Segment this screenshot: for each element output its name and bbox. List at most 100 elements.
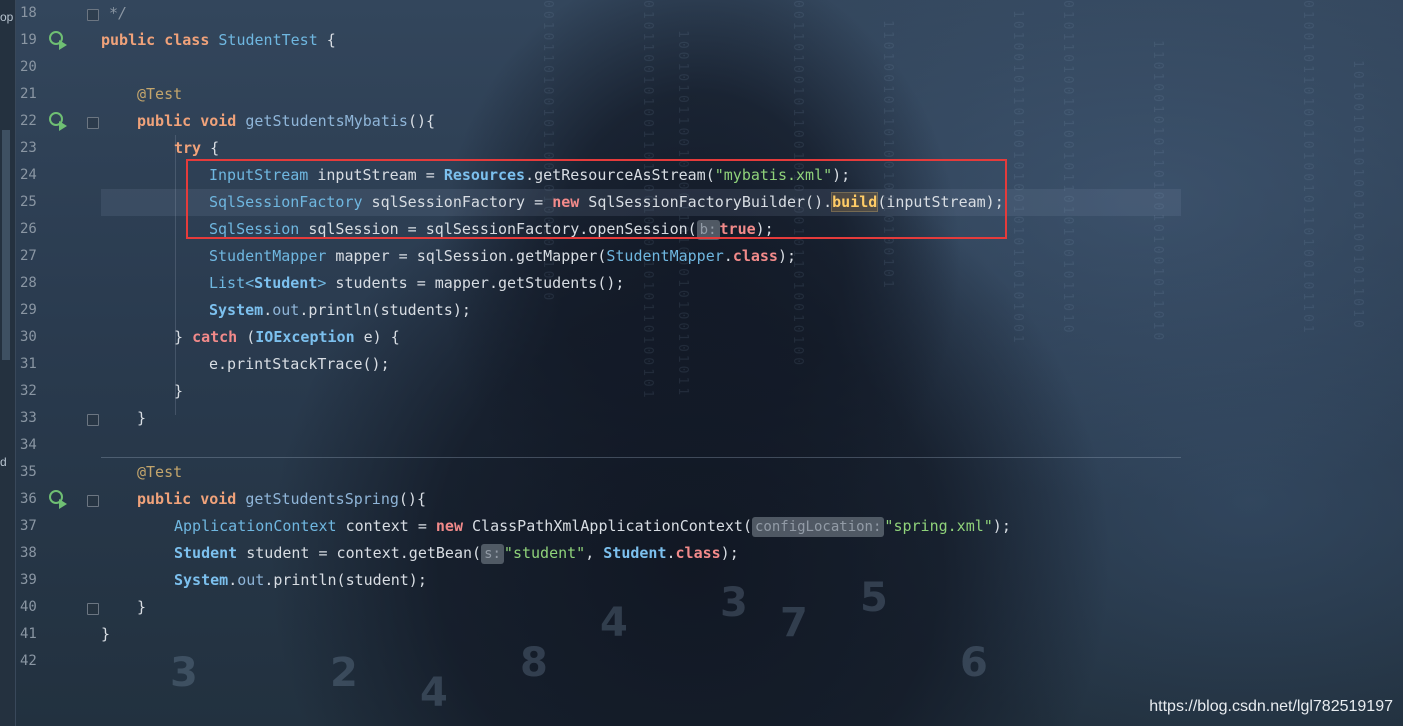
method-name: getStudentsMybatis <box>245 112 408 130</box>
keyword: class <box>164 31 210 49</box>
code-text: } <box>137 409 147 427</box>
code-line-40: } <box>137 594 146 621</box>
keyword: public <box>101 31 156 49</box>
run-test-icon[interactable] <box>48 489 68 509</box>
code-text: ); <box>777 247 797 265</box>
line-number: 42 <box>20 653 37 669</box>
string-literal: "spring.xml" <box>884 517 993 535</box>
line-number: 26 <box>20 221 37 237</box>
line-number: 39 <box>20 572 37 588</box>
code-line-36: public void getStudentsSpring(){ <box>137 486 426 513</box>
line-number: 35 <box>20 464 37 480</box>
code-text: students = mapper.getStudents(); <box>326 274 625 292</box>
parameter-hint: s: <box>481 544 504 564</box>
keyword: public <box>137 490 192 508</box>
class-name: System <box>174 571 229 589</box>
class-name: StudentTest <box>218 31 318 49</box>
keyword: try <box>174 139 202 157</box>
code-text: (){ <box>398 490 426 508</box>
class-name: IOException <box>255 328 355 346</box>
left-panel-label: op <box>0 10 14 24</box>
line-number: 38 <box>20 545 37 561</box>
left-panel-scrollbar[interactable] <box>2 130 10 360</box>
code-text: } <box>174 382 184 400</box>
code-text: (){ <box>407 112 436 130</box>
code-editor[interactable]: */ public class StudentTest { @Test publ… <box>101 0 1403 726</box>
line-number: 24 <box>20 167 37 183</box>
watermark-url: https://blog.csdn.net/lgl782519197 <box>1149 698 1393 715</box>
left-panel-label: d <box>0 455 7 469</box>
code-text: . <box>228 571 238 589</box>
code-line-39: System.out.println(student); <box>174 567 427 594</box>
type-name: ApplicationContext <box>174 517 337 535</box>
line-number: 25 <box>20 194 37 210</box>
type-name: StudentMapper <box>606 247 724 265</box>
keyword: class <box>675 544 721 562</box>
keyword: catch <box>192 328 238 346</box>
string-literal: "student" <box>503 544 586 562</box>
fold-icon[interactable] <box>87 603 99 615</box>
class-name: Student <box>254 274 318 292</box>
field-name: out <box>237 571 265 589</box>
code-line-19: public class StudentTest { <box>101 27 336 54</box>
code-text: e) { <box>354 328 400 346</box>
code-text: { <box>317 31 336 49</box>
code-line-27: StudentMapper mapper = sqlSession.getMap… <box>209 243 796 270</box>
line-number: 28 <box>20 275 37 291</box>
code-line-32: } <box>174 378 183 405</box>
line-number: 23 <box>20 140 37 156</box>
code-text: student = context.getBean( <box>237 544 482 562</box>
code-text: ( <box>237 328 256 346</box>
fold-icon[interactable] <box>87 414 99 426</box>
code-text: ClassPathXmlApplicationContext( <box>463 517 752 535</box>
code-text: context = <box>336 517 436 535</box>
code-line-22: public void getStudentsMybatis(){ <box>137 108 435 135</box>
left-tool-panel: op d <box>0 0 16 726</box>
line-number: 41 <box>20 626 37 642</box>
code-line-31: e.printStackTrace(); <box>209 351 390 378</box>
line-number: 33 <box>20 410 37 426</box>
code-text: ); <box>720 544 739 562</box>
code-text: mapper = sqlSession.getMapper( <box>326 247 607 265</box>
line-number: 20 <box>20 59 37 75</box>
line-number: 30 <box>20 329 37 345</box>
editor-gutter: 18 19 20 21 22 23 24 25 26 27 28 29 30 3… <box>15 0 101 726</box>
code-line-37: ApplicationContext context = new ClassPa… <box>174 513 1011 540</box>
code-text: } <box>174 328 193 346</box>
keyword: class <box>732 247 778 265</box>
keyword: void <box>200 490 237 508</box>
line-number: 29 <box>20 302 37 318</box>
run-test-icon[interactable] <box>48 111 68 131</box>
line-number: 34 <box>20 437 37 453</box>
red-highlight-box <box>186 159 1007 239</box>
line-number: 37 <box>20 518 37 534</box>
code-line-21: @Test <box>137 81 182 108</box>
keyword: void <box>200 112 237 130</box>
code-text: ); <box>992 517 1011 535</box>
annotation: @Test <box>137 85 183 103</box>
run-test-icon[interactable] <box>48 30 68 50</box>
parameter-hint: configLocation: <box>751 517 885 537</box>
code-text: e.printStackTrace(); <box>209 355 390 373</box>
line-number: 40 <box>20 599 37 615</box>
generic-bracket: < <box>245 274 255 292</box>
fold-icon[interactable] <box>87 117 99 129</box>
line-number: 32 <box>20 383 37 399</box>
type-name: List <box>209 274 246 292</box>
class-name: Student <box>174 544 238 562</box>
method-name: getStudentsSpring <box>245 490 399 508</box>
type-name: StudentMapper <box>209 247 327 265</box>
code-text: , <box>585 544 604 562</box>
code-line-35: @Test <box>137 459 182 486</box>
class-name: Student <box>603 544 667 562</box>
code-line-41: } <box>101 621 110 648</box>
code-text: . <box>666 544 676 562</box>
code-line-18: */ <box>109 0 127 27</box>
code-text: { <box>201 139 220 157</box>
fold-icon[interactable] <box>87 9 99 21</box>
code-line-29: System.out.println(students); <box>209 297 471 324</box>
line-number: 21 <box>20 86 37 102</box>
fold-icon[interactable] <box>87 495 99 507</box>
annotation: @Test <box>137 463 183 481</box>
code-text: } <box>101 625 111 643</box>
